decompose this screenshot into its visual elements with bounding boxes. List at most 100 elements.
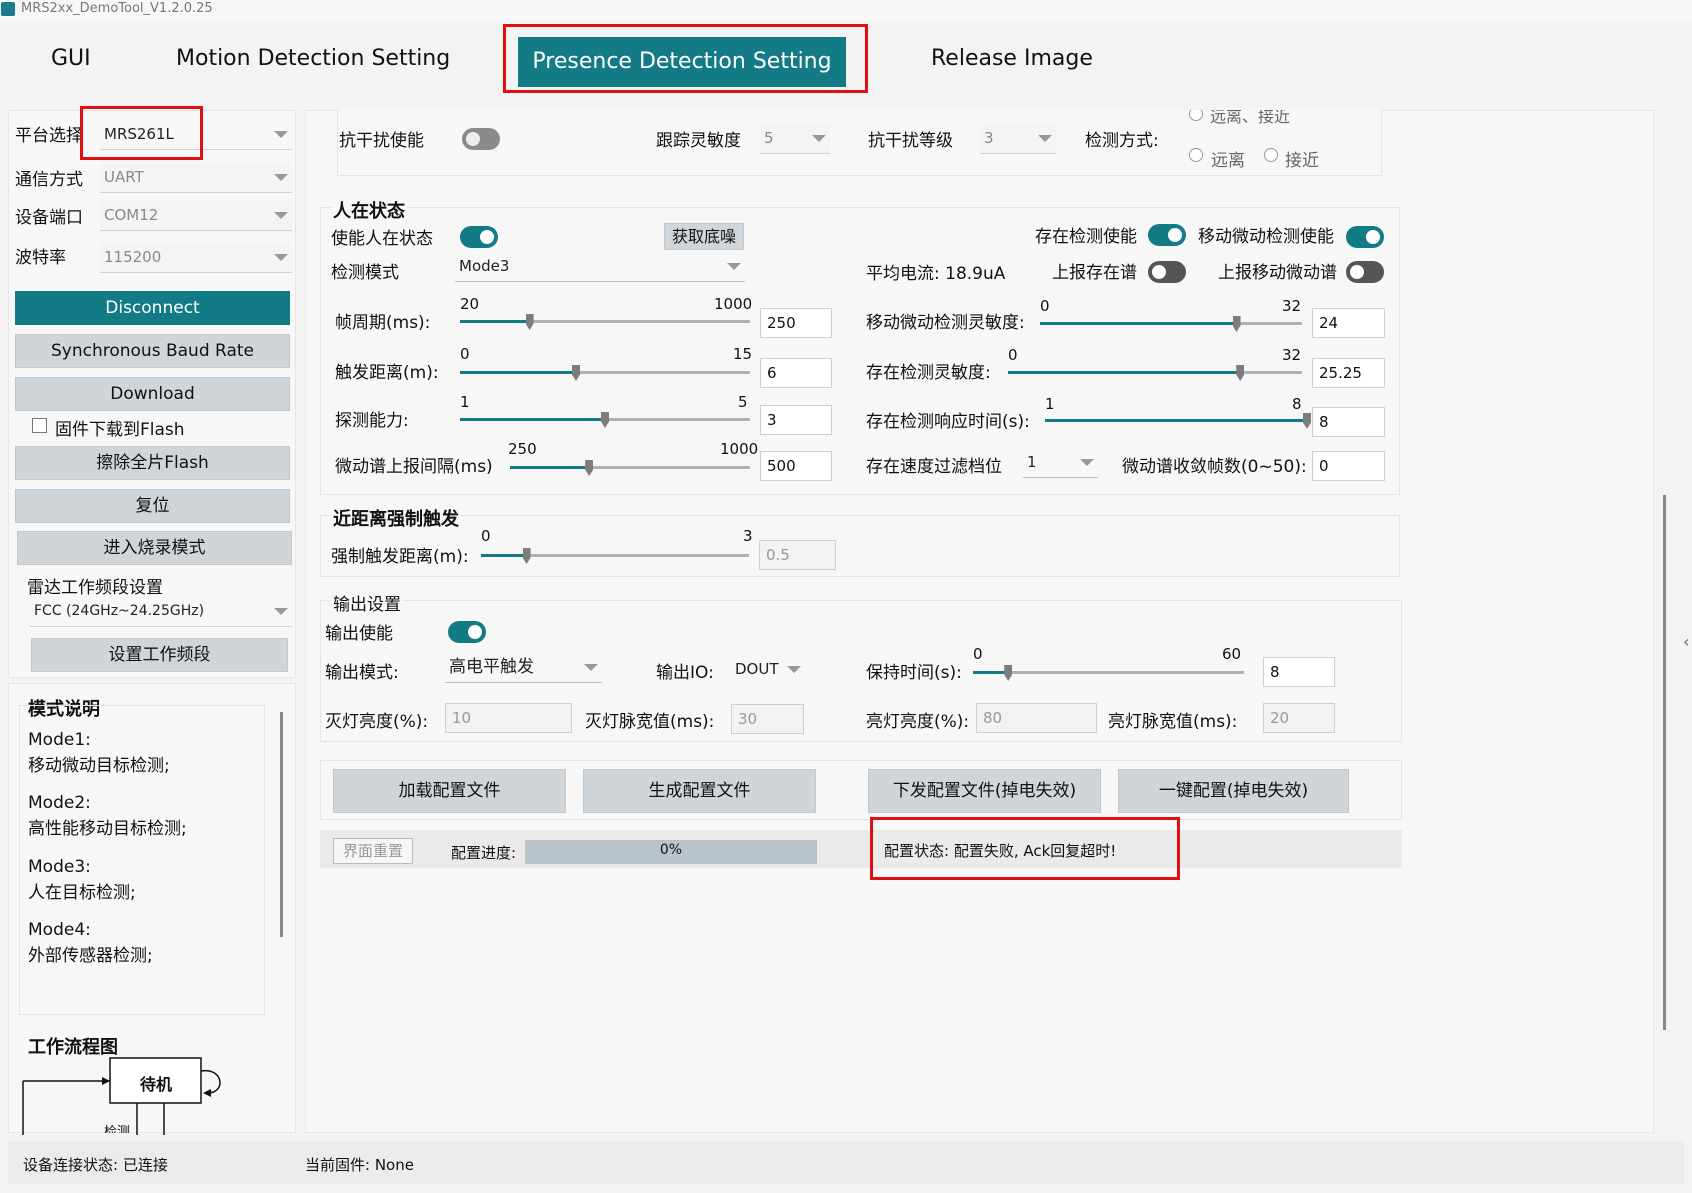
speed-filter-select[interactable]: 1: [1023, 448, 1098, 478]
slider-fill: [460, 320, 530, 323]
motion-sens-slider[interactable]: [1040, 316, 1302, 332]
comm-select[interactable]: UART: [100, 163, 292, 193]
report-presence-toggle[interactable]: [1148, 261, 1186, 283]
port-label: 设备端口: [15, 208, 83, 228]
set-band-button[interactable]: 设置工作频段: [31, 638, 288, 672]
mode2-name: Mode2:: [28, 793, 91, 813]
track-sens-select[interactable]: 5: [760, 124, 830, 154]
on-bright-input[interactable]: 80: [976, 703, 1097, 733]
on-pulse-label: 亮灯脉宽值(ms):: [1108, 712, 1238, 732]
one-key-config-button[interactable]: 一键配置(掉电失效): [1118, 769, 1349, 813]
slider-fill: [1008, 371, 1241, 374]
radio-both[interactable]: [1189, 110, 1203, 121]
output-io-value: DOUT: [735, 660, 779, 678]
generate-config-button[interactable]: 生成配置文件: [583, 769, 816, 813]
tab-gui[interactable]: GUI: [51, 46, 91, 71]
converge-input[interactable]: 0: [1312, 451, 1385, 481]
mode3-name: Mode3:: [28, 857, 91, 877]
presence-enable-toggle[interactable]: [460, 226, 498, 248]
mode3-desc: 人在目标检测;: [28, 883, 136, 903]
output-io-select[interactable]: DOUT: [731, 655, 805, 685]
get-noise-button[interactable]: 获取底噪: [664, 223, 744, 250]
mode2-desc: 高性能移动目标检测;: [28, 819, 187, 839]
near-trigger-max: 3: [743, 527, 753, 545]
download-button[interactable]: Download: [15, 377, 290, 411]
trigger-input[interactable]: 6: [760, 358, 832, 388]
track-sens-value: 5: [764, 129, 774, 147]
hold-slider[interactable]: [973, 665, 1244, 681]
detect-mode-select[interactable]: Mode3: [455, 252, 745, 282]
tab-presence-detection[interactable]: Presence Detection Setting: [518, 37, 846, 87]
chevron-down-icon: [274, 131, 288, 138]
resp-time-slider[interactable]: [1045, 413, 1311, 429]
presence-sens-label: 存在检测灵敏度:: [866, 363, 991, 383]
motion-sens-label: 移动微动检测灵敏度:: [866, 313, 1025, 333]
burn-mode-button[interactable]: 进入烧录模式: [17, 531, 292, 565]
radio-near[interactable]: [1264, 148, 1278, 162]
output-enable-toggle[interactable]: [448, 621, 486, 643]
near-trigger-label: 强制触发距离(m):: [331, 547, 469, 567]
report-int-input[interactable]: 500: [760, 451, 832, 481]
output-enable-label: 输出使能: [325, 624, 393, 644]
tab-motion-detection[interactable]: Motion Detection Setting: [176, 46, 450, 71]
detect-slider[interactable]: [460, 412, 750, 428]
off-bright-input[interactable]: 10: [445, 703, 572, 733]
flash-checkbox[interactable]: [32, 418, 47, 433]
motion-detect-toggle[interactable]: [1346, 226, 1384, 248]
band-select[interactable]: FCC (24GHz~24.25GHz): [30, 597, 292, 627]
off-pulse-input[interactable]: 30: [731, 704, 804, 734]
detect-mode-label: 检测模式: [331, 263, 399, 283]
output-title: 输出设置: [331, 590, 403, 615]
motion-sens-input[interactable]: 24: [1312, 308, 1385, 338]
baud-value: 115200: [104, 248, 162, 266]
output-io-label: 输出IO:: [656, 663, 714, 683]
sync-baud-button[interactable]: Synchronous Baud Rate: [15, 334, 290, 368]
report-int-slider[interactable]: [510, 460, 750, 476]
report-motion-toggle[interactable]: [1346, 261, 1384, 283]
main-scrollbar[interactable]: [1663, 495, 1666, 1030]
status-bar: [8, 1142, 1684, 1184]
reset-button[interactable]: 复位: [15, 489, 290, 523]
collapse-chevron-icon[interactable]: ‹: [1683, 632, 1689, 651]
load-config-button[interactable]: 加载配置文件: [333, 769, 566, 813]
reset-ui-button[interactable]: 界面重置: [333, 838, 413, 864]
radio-far[interactable]: [1189, 148, 1203, 162]
resp-time-input[interactable]: 8: [1312, 407, 1385, 437]
off-pulse-label: 灭灯脉宽值(ms):: [585, 712, 715, 732]
firmware-status: 当前固件: None: [305, 1156, 414, 1174]
anti-interf-enable-label: 抗干扰使能: [339, 131, 424, 151]
speed-filter-label: 存在速度过滤档位: [866, 457, 1002, 477]
radio-both-row[interactable]: 远离、接近: [1186, 110, 1386, 126]
output-mode-select[interactable]: 高电平触发: [445, 653, 602, 683]
progress-label: 配置进度:: [451, 844, 517, 862]
mode-scrollbar[interactable]: [280, 712, 283, 937]
near-trigger-slider[interactable]: [481, 548, 749, 564]
frame-input[interactable]: 250: [760, 308, 832, 338]
report-motion-label: 上报移动微动谱: [1218, 263, 1337, 283]
baud-select[interactable]: 115200: [100, 243, 292, 273]
presence-sens-input[interactable]: 25.25: [1312, 358, 1385, 388]
on-pulse-input[interactable]: 20: [1263, 703, 1335, 733]
platform-select[interactable]: MRS261L: [100, 120, 292, 150]
erase-flash-button[interactable]: 擦除全片Flash: [15, 446, 290, 480]
send-config-button[interactable]: 下发配置文件(掉电失效): [868, 769, 1101, 813]
anti-level-select[interactable]: 3: [980, 124, 1056, 154]
anti-interf-toggle[interactable]: [462, 128, 500, 150]
presence-sens-min: 0: [1008, 346, 1018, 364]
detect-input[interactable]: 3: [760, 405, 832, 435]
flash-checkbox-label: 固件下载到Flash: [55, 420, 185, 440]
slider-fill: [460, 371, 576, 374]
avg-current: 平均电流: 18.9uA: [866, 264, 1006, 284]
frame-slider[interactable]: [460, 314, 750, 330]
port-select[interactable]: COM12: [100, 201, 292, 231]
near-trigger-input[interactable]: 0.5: [759, 540, 836, 570]
hold-input[interactable]: 8: [1263, 657, 1335, 687]
disconnect-button[interactable]: Disconnect: [15, 291, 290, 325]
comm-label: 通信方式: [15, 170, 83, 190]
presence-sens-slider[interactable]: [1008, 365, 1302, 381]
motion-sens-min: 0: [1040, 297, 1050, 315]
chevron-down-icon: [274, 608, 288, 615]
trigger-slider[interactable]: [460, 365, 750, 381]
tab-release-image[interactable]: Release Image: [931, 46, 1093, 71]
presence-detect-toggle[interactable]: [1148, 224, 1186, 246]
